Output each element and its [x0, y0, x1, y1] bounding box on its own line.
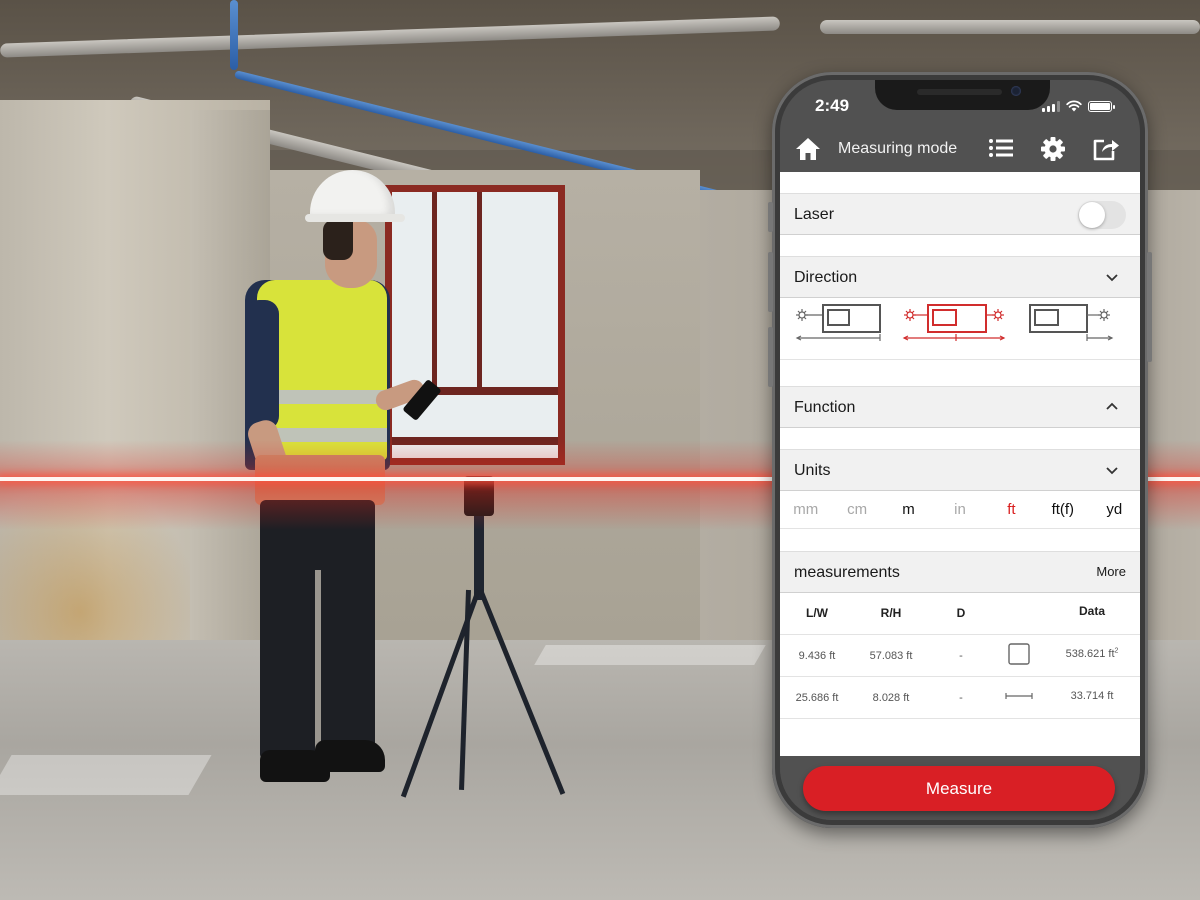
status-time: 2:49 [815, 96, 850, 115]
phone-screen: 2:49 Measuring mode Laser Direction Func… [780, 80, 1140, 820]
measure-bar: Measure [780, 756, 1140, 820]
measurements-section-header: measurements More [780, 551, 1140, 593]
laser-label: Laser [794, 206, 835, 223]
unit-option-m[interactable]: m [883, 491, 934, 528]
share-icon[interactable] [1092, 136, 1120, 162]
laser-toggle[interactable] [1078, 201, 1126, 229]
phone-side-button [768, 252, 773, 312]
chevron-up-icon [1106, 402, 1118, 410]
distance-line-icon [994, 677, 1044, 719]
measurements-table: L/W R/H D Data 9.436 ft 57.083 ft - 538.… [780, 593, 1140, 719]
wifi-icon [1066, 100, 1082, 112]
pipe [820, 20, 1200, 34]
direction-options [780, 298, 1140, 360]
page-title: Measuring mode [838, 140, 958, 157]
cell-lw: 25.686 ft [795, 692, 839, 704]
front-camera [1011, 86, 1021, 96]
column-header-rh: R/H [880, 606, 902, 620]
cell-rh: 57.083 ft [869, 650, 913, 662]
cell-data-superscript: 2 [1114, 647, 1119, 655]
direction-option-rear-icon[interactable] [792, 298, 902, 358]
cell-data-value: 538.621 ft [1065, 648, 1115, 660]
phone-side-button [768, 327, 773, 387]
phone-side-button [1147, 252, 1152, 362]
phone-side-button [768, 202, 773, 232]
direction-option-center-icon[interactable] [900, 298, 1010, 358]
cell-data-value: 33.714 ft [1070, 690, 1114, 702]
column-header-d: D [956, 606, 966, 620]
battery-icon [1088, 100, 1115, 112]
measurements-label: measurements [794, 564, 900, 581]
cell-data: 33.714 ft [1044, 677, 1140, 715]
unit-option-cm[interactable]: cm [831, 491, 882, 528]
cell-d: - [959, 692, 963, 704]
column-header-data: Data [1078, 604, 1105, 618]
gear-icon[interactable] [1040, 136, 1066, 162]
cellular-signal-icon [1042, 100, 1060, 112]
units-section-header[interactable]: Units [780, 449, 1140, 491]
laser-section: Laser [780, 193, 1140, 235]
cell-lw: 9.436 ft [798, 650, 836, 662]
cell-rh: 8.028 ft [872, 692, 910, 704]
status-icons [1042, 100, 1115, 112]
function-label: Function [794, 399, 856, 416]
chevron-down-icon [1106, 467, 1118, 475]
notch [875, 80, 1050, 110]
hard-hat [310, 170, 395, 220]
table-row[interactable]: 25.686 ft 8.028 ft - 33.714 ft [780, 677, 1140, 719]
direction-option-front-icon[interactable] [1026, 298, 1136, 358]
area-square-icon [994, 635, 1044, 677]
cell-data: 538.621 ft2 [1044, 635, 1140, 673]
pipe [230, 0, 238, 70]
unit-option-mm[interactable]: mm [780, 491, 831, 528]
function-section-header[interactable]: Function [780, 386, 1140, 428]
unit-option-ft[interactable]: ft [986, 491, 1037, 528]
more-link[interactable]: More [1096, 564, 1126, 579]
units-selector: mm cm m in ft ft(f) yd [780, 491, 1140, 529]
unit-option-in[interactable]: in [934, 491, 985, 528]
unit-option-ft-f[interactable]: ft(f) [1037, 491, 1088, 528]
column-header-lw: L/W [806, 606, 828, 620]
table-row[interactable]: 9.436 ft 57.083 ft - 538.621 ft2 [780, 635, 1140, 677]
app-header: Measuring mode [780, 128, 1140, 170]
measure-button[interactable]: Measure [803, 766, 1115, 811]
units-label: Units [794, 462, 831, 479]
phone-device: 2:49 Measuring mode Laser Direction Func… [768, 72, 1152, 828]
floor-light [0, 755, 212, 795]
unit-option-yd[interactable]: yd [1089, 491, 1140, 528]
list-icon[interactable] [988, 136, 1014, 160]
cell-d: - [959, 650, 963, 662]
direction-section-header[interactable]: Direction [780, 256, 1140, 298]
home-icon[interactable] [794, 136, 822, 162]
chevron-down-icon [1106, 274, 1118, 282]
floor-light [534, 645, 766, 665]
table-header-row: L/W R/H D Data [780, 593, 1140, 635]
direction-label: Direction [794, 269, 858, 286]
settings-content: Laser Direction Function Units mm cm m i… [780, 172, 1140, 756]
